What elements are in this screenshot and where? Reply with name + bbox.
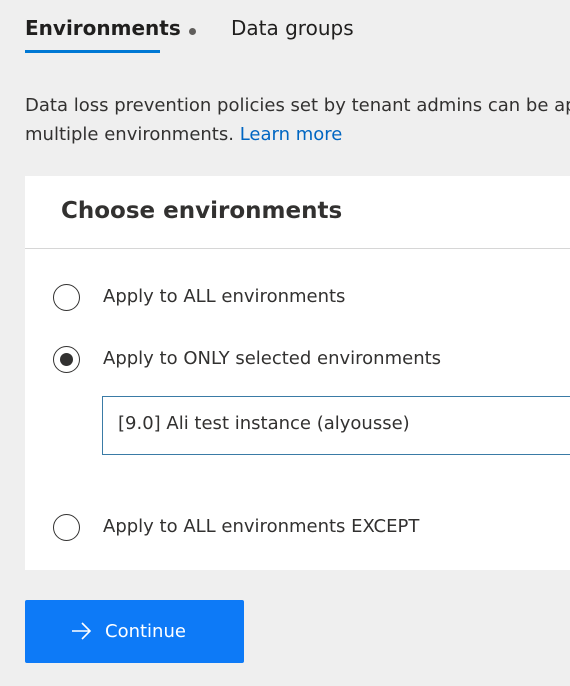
radio-label-only-selected: Apply to ONLY selected environments [103,348,442,369]
policy-description: Data loss prevention policies set by ten… [25,91,570,149]
continue-button-label: Continue [105,621,186,642]
panel-title: Choose environments [61,198,343,224]
radio-button-all[interactable] [53,284,80,311]
selected-environment-value: [9.0] Ali test instance (alyousse) [118,413,410,434]
description-line-2: multiple environments. Learn more [25,120,570,149]
description-line-1: Data loss prevention policies set by ten… [25,95,570,116]
radio-option-only-selected[interactable]: Apply to ONLY selected environments [53,345,570,377]
radio-selected-dot [60,353,73,366]
radio-option-all-except[interactable]: Apply to ALL environments EXCEPT [53,513,570,545]
radio-button-all-except[interactable] [53,514,80,541]
tab-environments-label: Environments [25,16,181,40]
tab-bar: Environments Data groups [25,14,570,54]
arrow-right-icon [72,622,92,640]
continue-button[interactable]: Continue [25,600,244,663]
radio-button-only-selected[interactable] [53,346,80,373]
active-tab-indicator [25,50,160,53]
choose-environments-panel: Choose environments Apply to ALL environ… [25,176,570,570]
tab-separator-dot [189,28,196,35]
tab-environments[interactable]: Environments [25,14,181,42]
panel-header: Choose environments [25,176,570,249]
radio-option-all[interactable]: Apply to ALL environments [53,283,570,315]
tab-data-groups-label: Data groups [231,16,354,40]
radio-label-all: Apply to ALL environments [103,286,346,307]
tab-data-groups[interactable]: Data groups [231,14,354,42]
selected-environments-field[interactable]: [9.0] Ali test instance (alyousse) [102,396,570,455]
description-line-2-text: multiple environments. [25,124,234,145]
learn-more-link[interactable]: Learn more [240,124,343,145]
radio-label-all-except: Apply to ALL environments EXCEPT [103,516,420,537]
